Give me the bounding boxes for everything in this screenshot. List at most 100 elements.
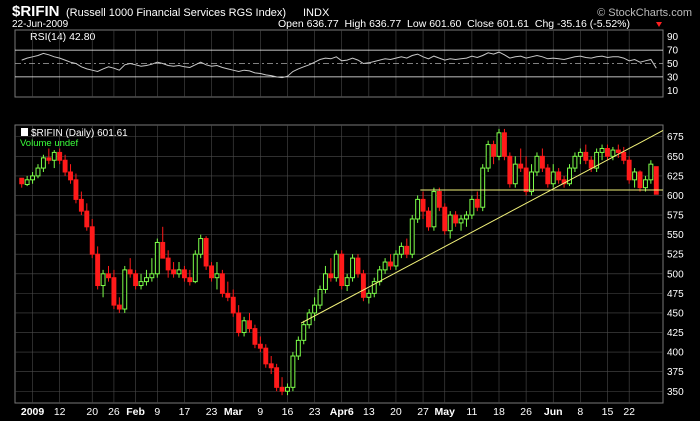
x-axis-label: 18 xyxy=(493,406,505,418)
candle-body xyxy=(642,179,648,189)
candle-body xyxy=(518,163,524,169)
candle-body xyxy=(181,269,187,279)
candle-body xyxy=(57,151,63,161)
x-axis-label: 11 xyxy=(466,406,477,418)
price-tick-label: 400 xyxy=(667,348,684,359)
candle-body xyxy=(322,273,328,290)
candle-body xyxy=(409,218,415,255)
candle-body xyxy=(632,171,638,181)
candle-body xyxy=(40,157,46,169)
down-change-icon xyxy=(656,22,662,27)
candle-body xyxy=(426,210,431,228)
candle-body xyxy=(230,296,236,314)
candle-body xyxy=(572,155,578,169)
candle-body xyxy=(176,269,182,275)
candle-body xyxy=(577,151,583,157)
candle-body xyxy=(442,206,448,232)
candle-body xyxy=(73,179,79,200)
candle-body xyxy=(464,214,469,220)
x-axis-label: 26 xyxy=(108,406,120,418)
candle-body xyxy=(350,257,356,279)
candle-body xyxy=(344,277,350,287)
rsi-tick-label: 70 xyxy=(667,46,679,57)
candle-body xyxy=(480,167,486,208)
candle-body xyxy=(247,320,252,330)
x-axis-label: 8 xyxy=(577,406,583,418)
candle-body xyxy=(539,155,545,169)
candle-body xyxy=(550,171,556,185)
candle-body xyxy=(116,304,122,310)
candle-body xyxy=(615,149,621,153)
candle-body xyxy=(46,157,52,161)
candle-body xyxy=(122,269,128,310)
price-legend-swatch xyxy=(21,128,28,136)
price-tick-label: 375 xyxy=(667,367,684,378)
candle-body xyxy=(252,328,258,345)
candle-body xyxy=(236,312,242,334)
candle-body xyxy=(144,277,149,283)
candle-body xyxy=(420,198,426,212)
candle-body xyxy=(154,241,160,275)
rsi-tick-label: 30 xyxy=(667,72,679,83)
candle-body xyxy=(529,171,534,193)
price-tick-label: 625 xyxy=(667,171,684,182)
candle-body xyxy=(605,147,610,157)
candle-body xyxy=(415,198,421,220)
candle-body xyxy=(496,132,502,157)
candle-body xyxy=(366,292,372,298)
x-axis-label: 9 xyxy=(154,406,160,418)
candle-body xyxy=(328,273,334,279)
header-index-name: (Russell 1000 Financial Services RGS Ind… xyxy=(66,7,286,19)
candle-body xyxy=(89,226,95,255)
candle-body xyxy=(295,339,301,357)
candle-body xyxy=(436,191,442,208)
x-axis-label: 13 xyxy=(363,406,375,418)
x-axis-label: 22 xyxy=(623,406,635,418)
candle-body xyxy=(35,167,41,177)
candle-body xyxy=(648,163,654,181)
candle-body xyxy=(312,304,318,314)
candle-body xyxy=(192,253,198,283)
rsi-panel: RSI(14) 42.80 90 70 50 30 10 xyxy=(14,29,679,98)
candle-body xyxy=(241,320,247,334)
candle-body xyxy=(599,147,605,153)
candle-body xyxy=(458,218,464,224)
candle-body xyxy=(393,253,399,267)
candle-body xyxy=(382,261,388,271)
price-tick-label: 600 xyxy=(667,191,684,202)
price-tick-label: 500 xyxy=(667,269,684,280)
candle-body xyxy=(78,198,84,212)
candle-body xyxy=(453,214,459,224)
candle-body xyxy=(512,163,518,185)
candle-body xyxy=(285,386,290,392)
candle-body xyxy=(360,273,366,298)
candle-body xyxy=(637,171,643,189)
candle-body xyxy=(149,273,155,279)
candle-body xyxy=(290,355,296,388)
candle-body xyxy=(24,179,30,186)
candle-body xyxy=(209,265,214,279)
candle-body xyxy=(588,159,594,169)
candle-body xyxy=(138,281,144,287)
candle-body xyxy=(556,171,562,181)
candle-body xyxy=(469,198,475,216)
candle-body xyxy=(100,273,106,287)
candle-body xyxy=(474,198,480,208)
candle-body xyxy=(160,241,166,259)
candle-body xyxy=(583,151,589,161)
x-axis-label: Apr6 xyxy=(330,406,354,418)
candle-body xyxy=(203,238,209,267)
rsi-tick-label: 50 xyxy=(667,59,679,70)
candle-body xyxy=(621,151,627,161)
candle-body xyxy=(398,245,404,255)
candle-body xyxy=(133,273,139,287)
x-axis-label: 23 xyxy=(309,406,321,418)
candle-body xyxy=(610,149,616,157)
candle-body xyxy=(491,144,497,157)
x-axis-label: May xyxy=(435,406,456,418)
candle-body xyxy=(127,269,133,275)
candle-body xyxy=(317,288,323,306)
candle-body xyxy=(62,159,68,173)
candle-body xyxy=(198,238,204,255)
x-axis-label: 15 xyxy=(602,406,614,418)
